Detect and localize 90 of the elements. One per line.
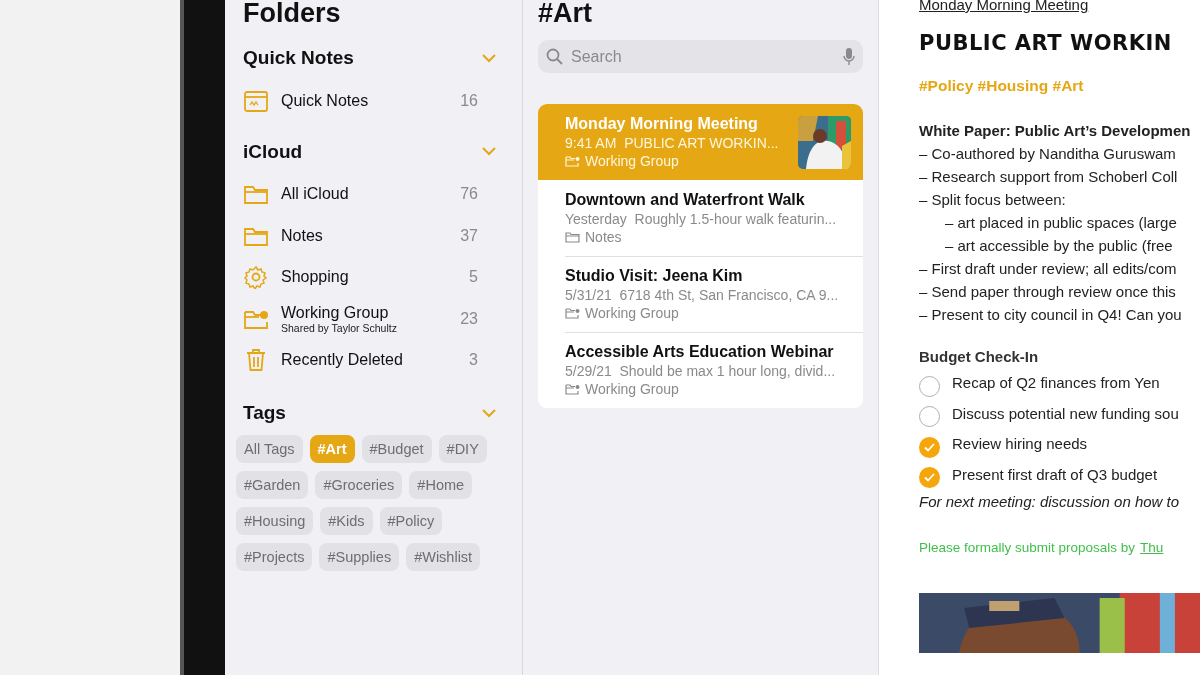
note-count: 37 [460, 226, 478, 245]
search-bar[interactable]: Search [538, 40, 863, 73]
note-line: – Co-authored by Nanditha Guruswam [919, 144, 1176, 164]
folder-icon [565, 231, 580, 243]
note-count: 5 [469, 268, 478, 287]
tag-chip[interactable]: #Policy [379, 507, 443, 535]
folder-subtitle: Shared by Taylor Schultz [281, 321, 398, 334]
chevron-down-icon[interactable] [482, 147, 496, 156]
note-title: Monday Morning Meeting [565, 115, 759, 133]
tag-chip[interactable]: All Tags [236, 435, 303, 463]
list-title: #Art [538, 0, 592, 28]
note-title: Downtown and Waterfront Walk [565, 191, 806, 209]
folder-name: Notes [281, 226, 324, 245]
note-preview: Yesterday Roughly 1.5-hour walk featurin... [565, 211, 838, 227]
note-line: – Send paper through review once this [919, 282, 1176, 302]
note-title: Studio Visit: Jeena Kim [565, 267, 744, 285]
checkbox[interactable] [919, 406, 940, 428]
shared-folder-icon [565, 307, 580, 319]
tag-chip[interactable]: #Art [309, 435, 355, 463]
folder-item[interactable]: Recently Deleted 3 [243, 339, 504, 381]
folder-item[interactable]: Notes 37 [243, 215, 504, 257]
checkmark-icon [924, 473, 935, 483]
note-link[interactable]: Monday Morning Meeting [919, 0, 1089, 13]
note-folder: Working Group [585, 305, 679, 321]
note-folder: Notes [585, 229, 622, 245]
tag-chip[interactable]: #Projects [236, 543, 313, 571]
note-count: 76 [460, 185, 478, 204]
microphone-icon[interactable] [843, 47, 855, 66]
folder-name: Quick Notes [281, 91, 370, 110]
note-title: Accessible Arts Education Webinar [565, 343, 835, 361]
tag-chip[interactable]: #Kids [320, 507, 373, 535]
note-line: – art accessible by the public (free [945, 236, 1173, 256]
note-line: – Split focus between: [919, 190, 1066, 210]
note-preview: 9:41 AM PUBLIC ART WORKIN... [565, 135, 780, 151]
chevron-down-icon[interactable] [482, 408, 496, 418]
note-row[interactable]: Monday Morning Meeting 9:41 AM PUBLIC ART WORKIN... Working Group [538, 104, 863, 180]
note-preview: 5/29/21 Should be max 1 hour long, divid... [565, 363, 837, 379]
checklist-item: Present first draft of Q3 budget [952, 464, 1158, 485]
note-heading: White Paper: Public Art’s Developmen [919, 121, 1191, 141]
section-title: Tags [243, 402, 286, 424]
search-field[interactable]: Search [569, 46, 837, 67]
checkbox[interactable] [919, 436, 940, 458]
note-folder: Working Group [585, 381, 679, 397]
search-icon [546, 48, 563, 65]
checkbox[interactable] [919, 375, 940, 397]
gear-icon [243, 265, 269, 290]
folder-name: Recently Deleted [281, 351, 404, 370]
tag-chip[interactable]: #Housing [236, 507, 314, 535]
folder-item[interactable]: Working Group Shared by Taylor Schultz 23 [243, 298, 504, 340]
folder-name: All iCloud [281, 185, 350, 204]
note-count: 23 [460, 309, 478, 328]
note-folder: Working Group [585, 153, 679, 169]
sidebar-title: Folders [243, 0, 341, 28]
note-line: – Present to city council in Q4! Can you [919, 305, 1182, 325]
folder-item[interactable]: Quick Notes 16 [243, 80, 504, 122]
note-headline: PUBLIC ART WORKIN [919, 31, 1172, 55]
note-count: 16 [460, 91, 478, 110]
note-tags: #Policy #Housing #Art [919, 77, 1084, 95]
handwritten-date: Thu [1140, 540, 1164, 555]
section-title: Quick Notes [243, 47, 354, 69]
tag-chip[interactable]: #Budget [361, 435, 432, 463]
tag-chip[interactable]: #Supplies [319, 543, 400, 571]
folder-item[interactable]: Shopping 5 [243, 256, 504, 298]
note-line: For next meeting: discussion on how to [919, 493, 1180, 510]
checkbox[interactable] [919, 467, 940, 489]
tag-chip[interactable]: #Groceries [315, 471, 403, 499]
checklist-title: Budget Check-In [919, 348, 1039, 365]
tag-chip[interactable]: #Wishlist [406, 543, 481, 571]
quick-note-icon [243, 88, 269, 113]
checklist-item: Discuss potential new funding sou [952, 403, 1179, 424]
shared-folder-icon [565, 155, 580, 167]
tag-chip[interactable]: #Home [409, 471, 473, 499]
tag-chip[interactable]: #Garden [236, 471, 309, 499]
note-line: – First draft under review; all edits/com [919, 259, 1177, 279]
note-preview: 5/31/21 6718 4th St, San Francisco, CA 9... [565, 287, 840, 303]
checklist-item: Recap of Q2 finances from Yen [952, 373, 1160, 393]
folder-item[interactable]: All iCloud 76 [243, 173, 504, 215]
shared-folder-icon [565, 383, 580, 395]
section-title: iCloud [243, 140, 303, 163]
note-line: – Research support from Schoberl Coll [919, 167, 1178, 187]
folder-name: Working Group [281, 303, 390, 322]
checkmark-icon [924, 442, 935, 452]
tag-chip[interactable]: #DIY [438, 435, 487, 463]
folder-name: Shopping [281, 268, 350, 287]
note-row[interactable]: Accessible Arts Education Webinar 5/29/21 Should be max 1 hour long, divid... Working Group [538, 332, 863, 408]
note-line: – art placed in public spaces (large [945, 213, 1177, 233]
note-count: 3 [469, 351, 478, 370]
chevron-down-icon[interactable] [482, 53, 496, 63]
checklist-item: Review hiring needs [952, 434, 1088, 454]
handwritten-text: Please formally submit proposals by [919, 540, 1136, 555]
